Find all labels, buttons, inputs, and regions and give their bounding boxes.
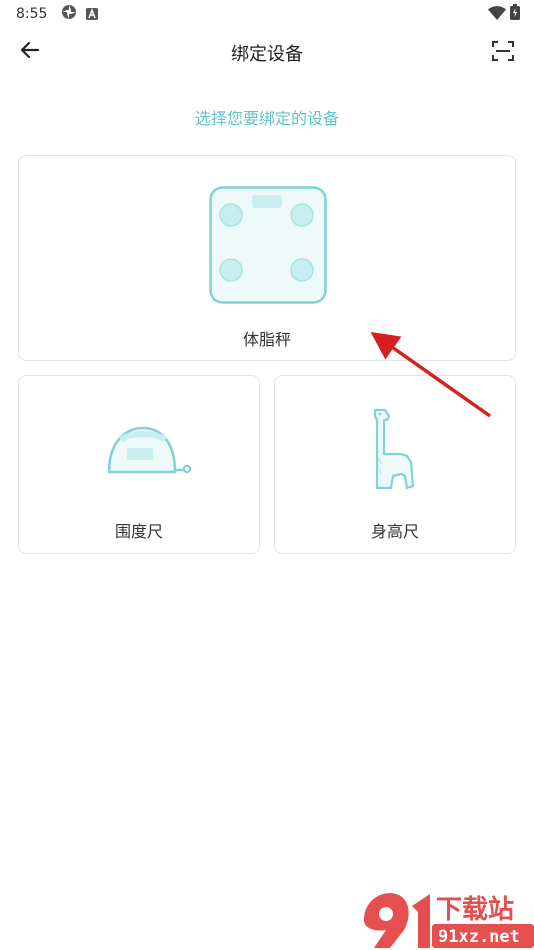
scan-frame-icon: [491, 39, 515, 67]
battery-icon: [510, 4, 520, 24]
status-bar: 8:55: [0, 0, 534, 28]
text-a-icon: [86, 5, 99, 24]
watermark-logo-text: 下载站: [436, 895, 514, 925]
tape-measure-icon: [107, 426, 193, 480]
app-header: 绑定设备: [0, 28, 534, 76]
scan-button[interactable]: [488, 38, 518, 68]
device-label: 体脂秤: [242, 330, 291, 349]
site-watermark: 下载站 91xz.net: [360, 886, 534, 950]
giraffe-height-ruler-icon: [371, 408, 421, 496]
select-device-prompt: 选择您要绑定的设备: [194, 109, 339, 128]
watermark-site: 91xz.net: [438, 927, 520, 947]
status-icons-right: [488, 4, 520, 24]
pinwheel-icon: [61, 4, 77, 24]
device-label: 围度尺: [114, 522, 163, 541]
body-fat-scale-icon: [209, 186, 327, 308]
device-card-tape-measure[interactable]: 围度尺: [18, 375, 260, 554]
device-card-height-ruler[interactable]: 身高尺: [274, 375, 516, 554]
device-label: 身高尺: [370, 522, 419, 541]
status-time: 8:55: [16, 6, 48, 22]
status-icons-left: [61, 4, 99, 24]
wifi-icon: [488, 5, 506, 24]
page-title: 绑定设备: [231, 44, 303, 65]
device-card-body-fat-scale[interactable]: 体脂秤: [18, 155, 516, 361]
